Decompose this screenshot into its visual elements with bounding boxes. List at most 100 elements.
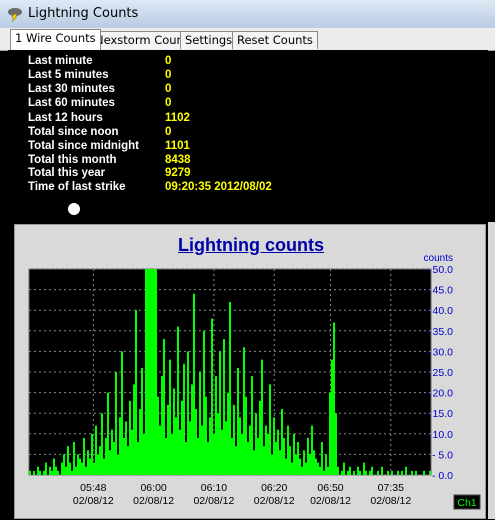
chart-bar: [207, 442, 209, 475]
x-tick-time-label: 06:50: [317, 482, 343, 494]
stat-value: 0: [165, 69, 172, 81]
chart-bar: [33, 470, 35, 475]
chart-bar: [173, 388, 175, 475]
chart-bar: [423, 470, 425, 475]
chart-bar: [359, 470, 361, 475]
lightning-chart: - 0.0 - 5.0 - 10.0 - 15.0 - 20.0 - 25.0 - 30.0…: [28, 253, 481, 510]
chart-bar: [73, 442, 75, 475]
chart-bar: [125, 421, 127, 475]
chart-bar: [199, 372, 201, 475]
y-tick-label: - 40.0: [426, 305, 453, 317]
chart-bar: [251, 376, 253, 475]
window-title-bar[interactable]: Lightning Counts: [0, 0, 495, 29]
chart-bar: [145, 269, 147, 475]
chart-bar: [237, 367, 239, 475]
chart-bar: [193, 293, 195, 475]
chart-bar: [187, 351, 189, 475]
chart-bar: [277, 429, 279, 475]
chart-bar: [151, 269, 153, 475]
chart-bar: [303, 450, 305, 475]
vertical-scrollbar[interactable]: [488, 222, 495, 519]
chart-bar: [341, 470, 343, 475]
chart-bar: [215, 376, 217, 475]
chart-bar: [109, 450, 111, 475]
chart-bar: [225, 421, 227, 475]
x-tick-date-label: 02/08/12: [73, 495, 114, 507]
chart-bar: [265, 425, 267, 475]
tab-settings[interactable]: Settings: [180, 31, 238, 49]
chart-bar: [89, 458, 91, 475]
chart-bar: [65, 466, 67, 475]
chart-bar: [63, 454, 65, 475]
chart-bar: [307, 437, 309, 475]
chart-bar: [93, 462, 95, 475]
chart-bar: [171, 433, 173, 475]
chart-bar: [313, 450, 315, 475]
lightning-cloud-icon: [7, 6, 23, 23]
stat-value: 0: [165, 83, 172, 95]
x-tick-date-label: 02/08/12: [193, 495, 234, 507]
chart-bar: [203, 330, 205, 475]
chart-bar: [107, 392, 109, 475]
chart-bar: [223, 339, 225, 475]
chart-bar: [275, 442, 277, 475]
chart-bar: [75, 466, 77, 475]
tab-1-wire-counts[interactable]: 1 Wire Counts: [10, 29, 101, 50]
chart-bar: [71, 470, 73, 475]
chart-bar: [357, 466, 359, 475]
chart-bar: [217, 413, 219, 475]
chart-bar: [249, 425, 251, 475]
chart-bar: [53, 458, 55, 475]
chart-bar: [309, 454, 311, 475]
chart-bar: [91, 433, 93, 475]
chart-bar: [377, 470, 379, 475]
chart-bar: [429, 470, 431, 475]
chart-bar: [57, 470, 59, 475]
chart-bar: [231, 437, 233, 475]
chart-bar: [233, 404, 235, 475]
chart-bar: [337, 466, 339, 475]
stat-value: 8438: [165, 154, 191, 166]
stat-value: 1102: [165, 112, 190, 124]
chart-bar: [87, 450, 89, 475]
chart-bar: [111, 429, 113, 475]
chart-bar: [141, 367, 143, 475]
chart-bar: [227, 392, 229, 475]
stat-label: Total this month: [28, 154, 117, 166]
y-tick-label: - 25.0: [426, 367, 453, 379]
x-tick-time-label: 06:20: [261, 482, 287, 494]
chart-bar: [267, 433, 269, 475]
chart-bar: [323, 470, 325, 475]
x-tick-date-label: 02/08/12: [254, 495, 295, 507]
chart-bar: [255, 413, 257, 475]
chart-bar: [77, 454, 79, 475]
chart-bar: [371, 466, 373, 475]
chart-bar: [299, 458, 301, 475]
stat-label: Last 5 minutes: [28, 69, 109, 81]
chart-bar: [279, 450, 281, 475]
chart-bar: [167, 404, 169, 475]
chart-bar: [317, 462, 319, 475]
chart-bar: [297, 442, 299, 475]
chart-bar: [97, 454, 99, 475]
stat-label: Time of last strike: [28, 181, 126, 193]
chart-bar: [139, 409, 141, 475]
chart-bar: [353, 470, 355, 475]
chart-bar: [101, 413, 103, 475]
chart-bar: [149, 269, 151, 475]
chart-bar: [163, 339, 165, 475]
chart-bar: [183, 363, 185, 475]
chart-bar: [363, 462, 365, 475]
chart-bar: [209, 417, 211, 475]
chart-bar: [131, 429, 133, 475]
chart-bar: [169, 359, 171, 475]
chart-bar: [321, 442, 323, 475]
chart-bar: [335, 413, 337, 475]
y-tick-label: - 5.0: [432, 449, 453, 461]
chart-bar: [387, 470, 389, 475]
tab-reset-counts[interactable]: Reset Counts: [232, 31, 318, 49]
chart-bar: [327, 466, 329, 475]
chart-bar: [119, 417, 121, 475]
chart-bar: [43, 470, 45, 475]
chart-bar: [263, 446, 265, 475]
